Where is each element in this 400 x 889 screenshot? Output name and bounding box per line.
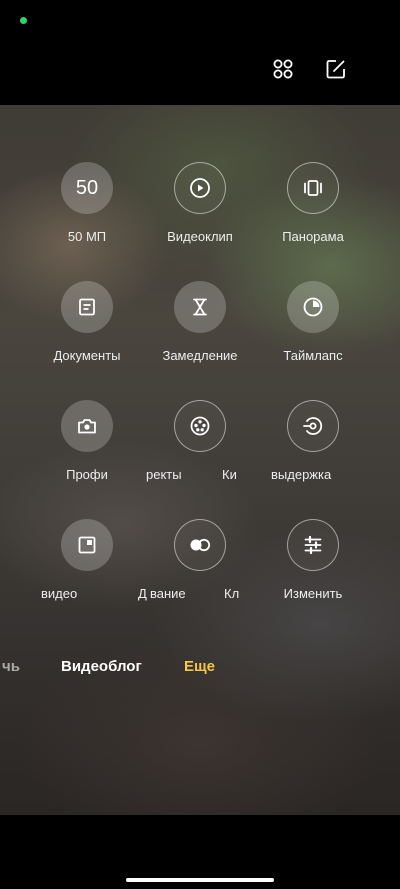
toggle-icon bbox=[174, 519, 226, 571]
tab-partial[interactable]: чь bbox=[2, 658, 20, 675]
mode-label-fragment: Кл bbox=[224, 586, 240, 601]
mode-label: Панорама bbox=[282, 229, 344, 244]
mode-label-fragment: вание bbox=[150, 586, 186, 601]
tab-vlog[interactable]: Видеоблог bbox=[61, 658, 142, 675]
tab-more[interactable]: Еще bbox=[184, 658, 215, 675]
hourglass-icon bbox=[174, 281, 226, 333]
mode-dual-video[interactable]: видео Д bbox=[22, 519, 152, 601]
mode-label: выдержка bbox=[271, 467, 332, 482]
mode-pro[interactable]: Профи bbox=[22, 400, 152, 482]
mode-videoclip[interactable]: Видеоклип bbox=[135, 162, 265, 244]
mode-label: Документы bbox=[53, 348, 121, 363]
edit-icon[interactable] bbox=[323, 56, 349, 82]
mode-label: Замедление bbox=[162, 348, 238, 363]
camera-icon bbox=[61, 400, 113, 452]
document-icon bbox=[61, 281, 113, 333]
shutter-icon bbox=[287, 400, 339, 452]
play-icon bbox=[174, 162, 226, 214]
mode-label-fragment: Ки bbox=[222, 467, 237, 482]
mode-slowmo[interactable]: Замедление bbox=[135, 281, 265, 363]
sliders-icon bbox=[287, 519, 339, 571]
camera-mode-tabs: чь Видеоблог Еще bbox=[0, 658, 400, 680]
mode-timelapse[interactable]: Таймлапс bbox=[248, 281, 378, 363]
mode-edit[interactable]: Изменить bbox=[248, 519, 378, 601]
panorama-icon bbox=[287, 162, 339, 214]
status-indicator-dot bbox=[20, 17, 27, 24]
home-indicator[interactable] bbox=[126, 878, 274, 882]
mode-panorama[interactable]: Панорама bbox=[248, 162, 378, 244]
mode-long-exposure[interactable]: выдержка bbox=[248, 400, 378, 482]
50mp-icon: 50 bbox=[61, 162, 113, 214]
mode-label: Видеоклип bbox=[167, 229, 233, 244]
film-reel-icon bbox=[174, 400, 226, 452]
dual-video-icon bbox=[61, 519, 113, 571]
mode-label-fragment: ректы bbox=[146, 467, 182, 482]
mode-label: Изменить bbox=[283, 586, 343, 601]
mode-label: 50 МП bbox=[67, 229, 107, 244]
mode-documents[interactable]: Документы bbox=[22, 281, 152, 363]
mode-label: Таймлапс bbox=[283, 348, 343, 363]
mode-effects-cinema[interactable]: ректы Ки bbox=[135, 400, 265, 482]
mode-label: Профи bbox=[66, 467, 108, 482]
grid-icon[interactable] bbox=[270, 56, 296, 82]
mode-50mp[interactable]: 50 50 МП bbox=[22, 162, 152, 244]
mode-dual-shooting[interactable]: вание Кл bbox=[135, 519, 265, 601]
timelapse-icon bbox=[287, 281, 339, 333]
mode-label-fragment: видео bbox=[41, 586, 78, 601]
